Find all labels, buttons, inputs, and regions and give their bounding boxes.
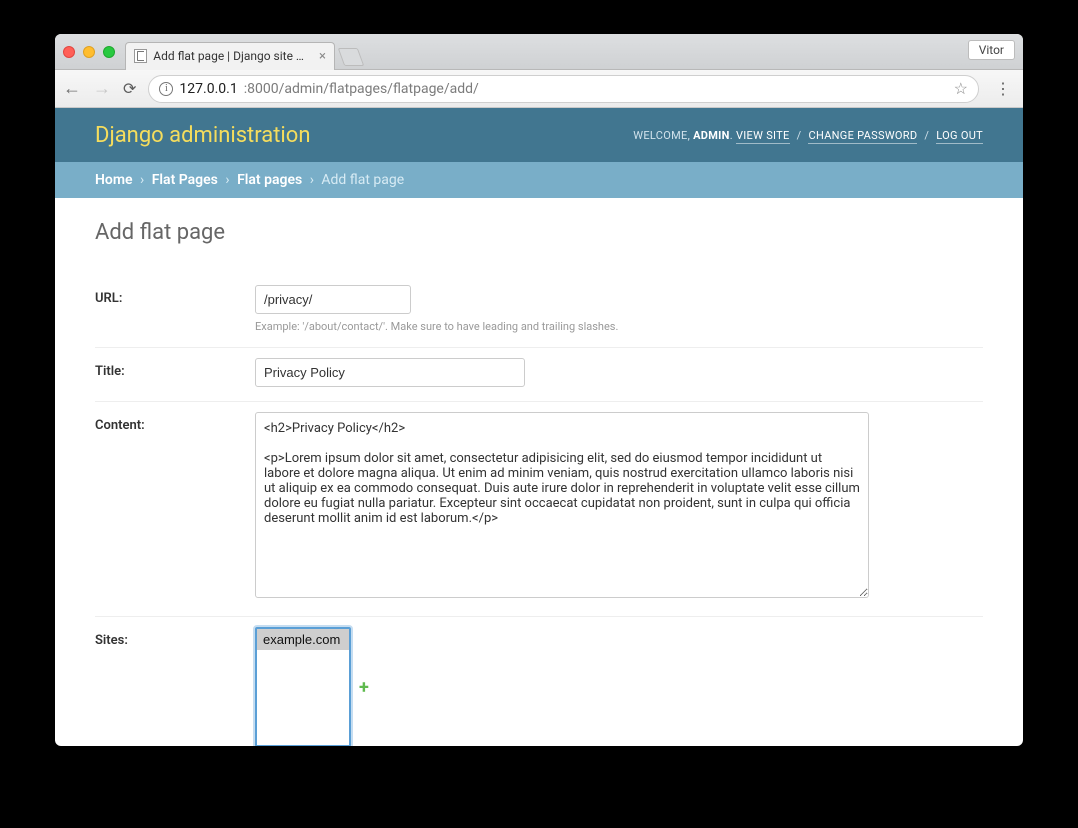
change-password-link[interactable]: CHANGE PASSWORD: [808, 129, 917, 144]
form-row-url: URL: Example: '/about/contact/'. Make su…: [95, 275, 983, 348]
content-textarea[interactable]: [255, 412, 869, 598]
browser-tab[interactable]: Add flat page | Django site adm ×: [125, 42, 335, 70]
page-favicon-icon: [134, 49, 147, 63]
title-input[interactable]: [255, 358, 525, 387]
form-row-sites: Sites: example.com +: [95, 617, 983, 746]
site-title: Django administration: [95, 123, 310, 148]
address-bar[interactable]: i 127.0.0.1 :8000/admin/flatpages/flatpag…: [148, 75, 979, 103]
browser-toolbar: ← → ⟳ i 127.0.0.1 :8000/admin/flatpages/f…: [55, 70, 1023, 108]
logout-link[interactable]: LOG OUT: [936, 129, 983, 144]
forward-button[interactable]: →: [93, 78, 111, 99]
form-row-content: Content:: [95, 402, 983, 617]
title-label: Title:: [95, 358, 255, 379]
browser-tab-bar: Add flat page | Django site adm × Vitor: [55, 34, 1023, 70]
new-tab-button[interactable]: [338, 48, 365, 66]
url-help-text: Example: '/about/contact/'. Make sure to…: [255, 320, 983, 333]
breadcrumb-app[interactable]: Flat Pages: [152, 172, 218, 188]
breadcrumb-home[interactable]: Home: [95, 172, 133, 188]
url-path: :8000/admin/flatpages/flatpage/add/: [244, 81, 479, 97]
sites-option[interactable]: example.com: [257, 629, 349, 650]
browser-window: Add flat page | Django site adm × Vitor …: [55, 34, 1023, 746]
username: ADMIN: [693, 129, 730, 142]
site-info-icon[interactable]: i: [159, 82, 173, 96]
url-host: 127.0.0.1: [179, 81, 237, 97]
tab-title: Add flat page | Django site adm: [153, 49, 309, 63]
maximize-window-button[interactable]: [103, 46, 115, 58]
minimize-window-button[interactable]: [83, 46, 95, 58]
sites-label: Sites:: [95, 627, 255, 648]
breadcrumb: Home › Flat Pages › Flat pages › Add fla…: [55, 162, 1023, 198]
close-window-button[interactable]: [63, 46, 75, 58]
reload-button[interactable]: ⟳: [123, 79, 136, 98]
page-title: Add flat page: [95, 220, 983, 245]
content-main: Add flat page URL: Example: '/about/cont…: [55, 198, 1023, 746]
welcome-text: WELCOME,: [633, 129, 693, 142]
form-row-title: Title:: [95, 348, 983, 402]
add-site-icon[interactable]: +: [359, 677, 369, 698]
breadcrumb-current: Add flat page: [321, 172, 404, 188]
url-input[interactable]: [255, 285, 411, 314]
view-site-link[interactable]: VIEW SITE: [736, 129, 790, 144]
url-label: URL:: [95, 285, 255, 306]
profile-badge[interactable]: Vitor: [968, 40, 1015, 60]
content-label: Content:: [95, 412, 255, 433]
window-controls: [63, 46, 115, 58]
back-button[interactable]: ←: [63, 78, 81, 99]
page-content: Django administration WELCOME, ADMIN. VI…: [55, 108, 1023, 746]
browser-menu-icon[interactable]: ⋮: [991, 79, 1015, 98]
close-tab-icon[interactable]: ×: [319, 49, 326, 64]
bookmark-star-icon[interactable]: ☆: [954, 79, 968, 98]
sites-select[interactable]: example.com: [255, 627, 351, 746]
admin-header: Django administration WELCOME, ADMIN. VI…: [55, 108, 1023, 162]
user-tools: WELCOME, ADMIN. VIEW SITE / CHANGE PASSW…: [633, 129, 983, 142]
breadcrumb-model[interactable]: Flat pages: [237, 172, 302, 188]
